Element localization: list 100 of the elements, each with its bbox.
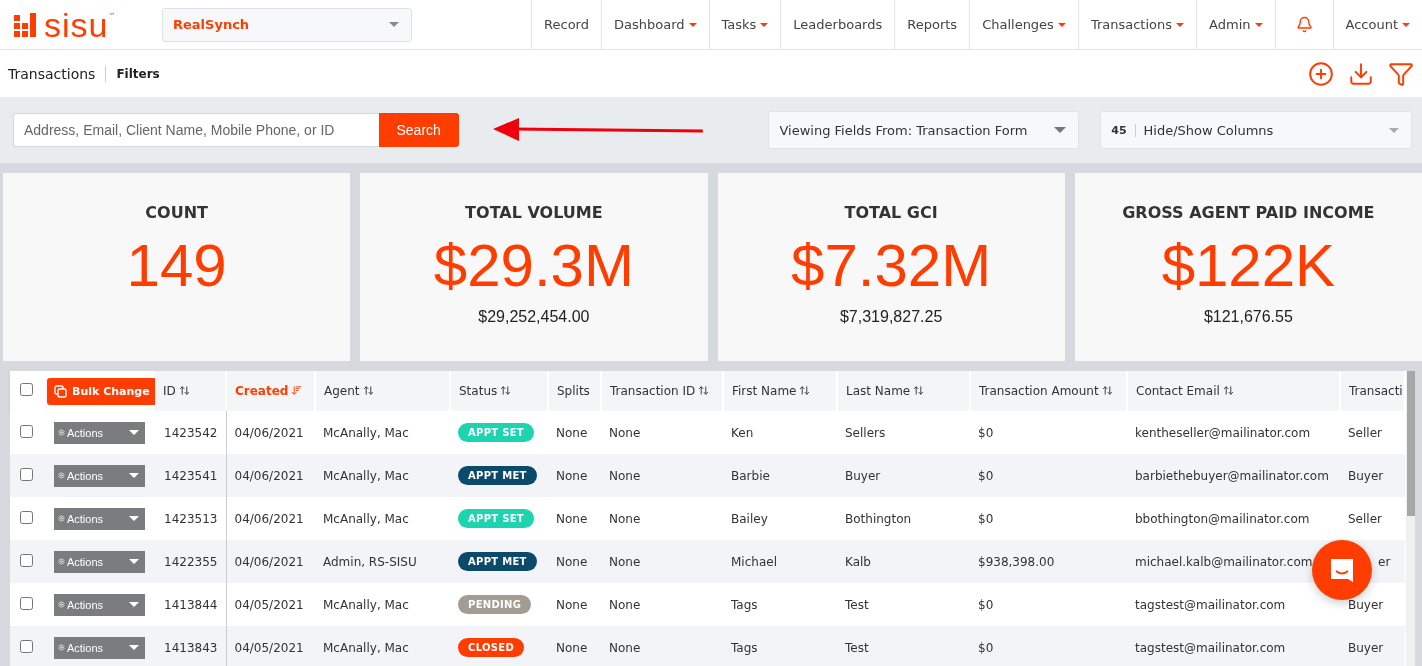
copy-icon: [54, 384, 67, 398]
nav-item[interactable]: Challenges: [969, 0, 1078, 49]
actions-dropdown[interactable]: Actions: [54, 464, 145, 487]
column-header[interactable]: Transacti: [1340, 371, 1405, 411]
status-badge: APPT SET: [458, 423, 534, 442]
table-cell: Bailey: [723, 497, 837, 540]
table-cell: $0: [970, 583, 1127, 626]
actions-dropdown[interactable]: Actions: [54, 636, 145, 659]
search-field[interactable]: Address, Email, Client Name, Mobile Phone, or ID: [13, 113, 379, 147]
sort-icon[interactable]: [913, 385, 925, 396]
sort-icon[interactable]: [799, 385, 811, 396]
sort-icon[interactable]: [698, 385, 710, 396]
table-cell: None: [601, 626, 723, 666]
stat-label: GROSS AGENT PAID INCOME: [1122, 203, 1375, 222]
gear-icon: [58, 514, 65, 523]
column-header[interactable]: ID: [155, 371, 226, 411]
table-cell: 1423542: [155, 411, 226, 454]
filters-link[interactable]: Filters: [106, 66, 160, 81]
column-header[interactable]: Status: [450, 371, 548, 411]
column-header[interactable]: Transaction ID: [601, 371, 723, 411]
table-cell: McAnally, Mac: [315, 454, 450, 497]
column-count: 45: [1111, 123, 1136, 137]
table-cell: $0: [970, 454, 1127, 497]
table-cell: $0: [970, 497, 1127, 540]
nav-item[interactable]: Tasks: [708, 0, 781, 49]
logo-icon: [14, 12, 38, 37]
table-cell: None: [548, 454, 601, 497]
stat-value: $7.32M: [791, 236, 992, 296]
actions-dropdown[interactable]: Actions: [54, 593, 145, 616]
table-cell: None: [548, 497, 601, 540]
table-cell: Buyer: [837, 454, 970, 497]
select-all-checkbox[interactable]: [20, 383, 33, 396]
scrollbar[interactable]: [1406, 371, 1415, 666]
column-header[interactable]: Agent: [315, 371, 450, 411]
fields-select[interactable]: Viewing Fields From: Transaction Form: [768, 111, 1080, 149]
column-header[interactable]: Contact Email: [1127, 371, 1340, 411]
search-button[interactable]: Search: [378, 113, 459, 147]
nav-item[interactable]: Leaderboards: [780, 0, 895, 49]
actions-dropdown[interactable]: Actions: [54, 421, 145, 444]
table-cell: Sellers: [837, 411, 970, 454]
column-header[interactable]: Splits: [548, 371, 601, 411]
row-checkbox[interactable]: [20, 553, 33, 567]
table-cell: Buyer: [1340, 583, 1405, 626]
row-checkbox[interactable]: [20, 467, 33, 481]
row-checkbox[interactable]: [20, 424, 33, 438]
actions-dropdown[interactable]: Actions: [54, 550, 145, 573]
table-cell: Ken: [723, 411, 837, 454]
table-cell: McAnally, Mac: [315, 497, 450, 540]
column-header[interactable]: Transaction Amount: [970, 371, 1127, 411]
sort-icon[interactable]: [1101, 385, 1113, 396]
nav-item[interactable]: Reports: [894, 0, 970, 49]
nav-item[interactable]: Account: [1332, 0, 1422, 49]
table-cell: None: [548, 583, 601, 626]
table-cell: None: [601, 454, 723, 497]
table-cell: None: [548, 626, 601, 666]
nav-item[interactable]: Transactions: [1077, 0, 1197, 49]
status-badge: CLOSED: [458, 638, 524, 657]
row-checkbox[interactable]: [20, 510, 33, 524]
table-cell: $0: [970, 411, 1127, 454]
table-cell: None: [601, 411, 723, 454]
table-cell: None: [601, 583, 723, 626]
nav-item[interactable]: Admin: [1196, 0, 1275, 49]
sort-icon[interactable]: [500, 385, 512, 396]
column-header[interactable]: Last Name: [837, 371, 970, 411]
filter-icon[interactable]: [1388, 60, 1414, 87]
sort-icon[interactable]: [1222, 385, 1234, 396]
stat-label: TOTAL GCI: [844, 203, 938, 222]
table-cell: McAnally, Mac: [315, 626, 450, 666]
table-cell: None: [601, 497, 723, 540]
sort-icon[interactable]: [362, 385, 374, 396]
row-checkbox[interactable]: [20, 639, 33, 653]
bell-icon: [1295, 16, 1313, 33]
actions-dropdown[interactable]: Actions: [54, 507, 145, 530]
stat-label: COUNT: [145, 203, 208, 222]
table-cell: 04/05/2021: [226, 626, 315, 666]
columns-select[interactable]: 45 Hide/Show Columns: [1100, 111, 1412, 149]
table-cell: None: [548, 411, 601, 454]
status-badge: PENDING: [458, 595, 532, 614]
stat-subvalue: $7,319,827.25: [839, 308, 943, 326]
add-icon[interactable]: [1308, 60, 1334, 87]
nav-item[interactable]: Dashboard: [601, 0, 709, 49]
row-checkbox[interactable]: [20, 596, 33, 610]
column-header[interactable]: First Name: [723, 371, 837, 411]
stat-value: $122K: [1161, 236, 1336, 296]
gear-icon: [58, 643, 65, 652]
table-cell: kentheseller@mailinator.com: [1127, 411, 1340, 454]
table-cell: Seller: [1340, 411, 1405, 454]
logo-text: sisu: [44, 7, 109, 42]
bulk-change-button[interactable]: Bulk Change: [47, 377, 157, 405]
table-cell: bbothington@mailinator.com: [1127, 497, 1340, 540]
table-cell: Tags: [723, 626, 837, 666]
stat-subvalue: $29,252,454.00: [478, 308, 590, 326]
sort-icon[interactable]: [178, 385, 190, 396]
download-icon[interactable]: [1348, 60, 1374, 87]
table-cell: Barbie: [723, 454, 837, 497]
table-cell: None: [601, 540, 723, 583]
nav-item[interactable]: Record: [531, 0, 601, 49]
gear-icon: [58, 557, 65, 566]
table-cell-text: er: [1377, 554, 1391, 569]
table-cell: 1422355: [155, 540, 226, 583]
